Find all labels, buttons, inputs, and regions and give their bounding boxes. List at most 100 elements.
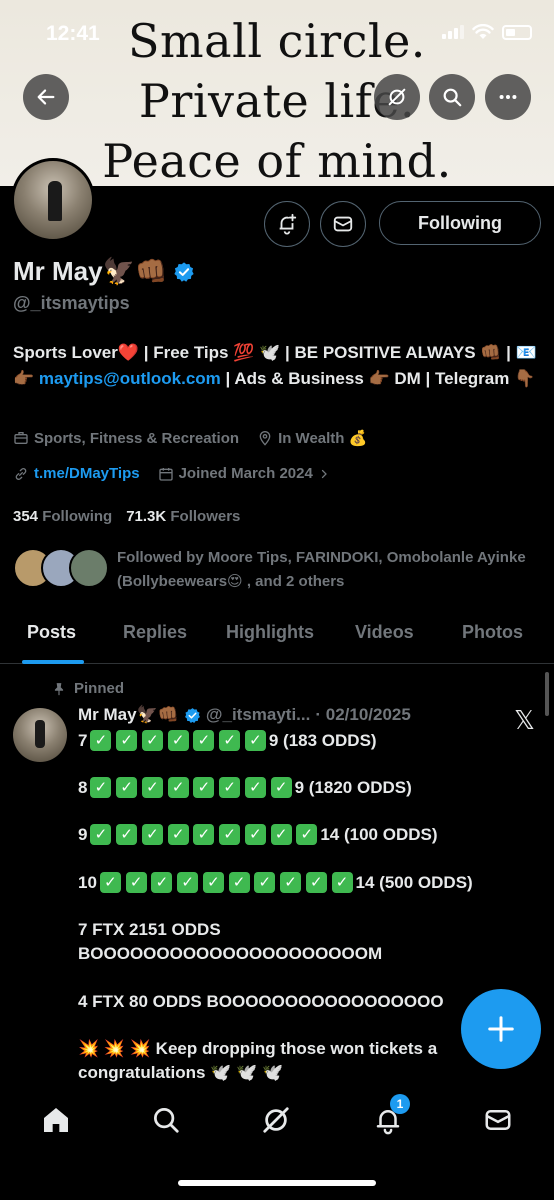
post-author-handle[interactable]: @_itsmayti...	[206, 705, 310, 725]
display-name-text: Mr May🦅👊🏾	[13, 256, 168, 286]
tab-replies[interactable]: Replies	[123, 622, 187, 643]
post-line-9: congratulations 🕊️ 🕊️ 🕊️	[78, 1063, 284, 1082]
x-logo-icon: 𝕏	[514, 706, 535, 736]
arrow-left-icon	[37, 89, 55, 105]
signal-icon	[442, 25, 464, 39]
follower-avatar-3	[69, 548, 109, 588]
website-item[interactable]: t.me/DMayTips	[13, 465, 140, 482]
tab-highlights[interactable]: Highlights	[226, 622, 314, 643]
post-line-1-prefix: 7	[78, 730, 88, 750]
post-line-8: 💥 💥 💥 Keep dropping those won tickets a	[78, 1039, 438, 1058]
post-line-4: 10 ✓ ✓ ✓ ✓ ✓ ✓ ✓ ✓ ✓ ✓ 14 (500 ODDS)	[78, 872, 473, 893]
profile-meta-row-2: t.me/DMayTips Joined March 2024	[13, 465, 330, 482]
grok-icon	[263, 1107, 289, 1133]
following-button[interactable]: Following	[379, 201, 541, 245]
status-icons	[442, 24, 532, 40]
envelope-icon	[333, 216, 353, 232]
compose-post-button[interactable]	[461, 989, 541, 1069]
post-line-1-suffix: 9 (183 ODDS)	[268, 730, 377, 750]
post-line-4-suffix: 14 (500 ODDS)	[355, 872, 473, 892]
profile-handle: @_itsmaytips	[13, 293, 130, 313]
notify-subscribe-button[interactable]	[264, 201, 310, 247]
joined-item[interactable]: Joined March 2024	[158, 465, 330, 482]
profile-tabs: Posts Replies Highlights Videos Photos	[0, 610, 554, 664]
more-options-button[interactable]	[485, 74, 531, 120]
home-indicator[interactable]	[178, 1180, 376, 1186]
pin-icon	[54, 682, 64, 695]
profile-meta-row-1: Sports, Fitness & Recreation In Wealth 💰	[13, 429, 367, 447]
category-item: Sports, Fitness & Recreation	[13, 430, 239, 447]
follow-counts: 354 Following 71.3K Followers	[13, 508, 240, 525]
pinned-text: Pinned	[74, 680, 125, 697]
notifications-badge: 1	[390, 1094, 410, 1114]
search-icon	[154, 1108, 179, 1133]
battery-icon	[502, 24, 532, 40]
post-line-3-suffix: 14 (100 ODDS)	[320, 824, 438, 844]
pinned-label-row: Pinned	[52, 680, 124, 697]
post-line-4-prefix: 10	[78, 872, 97, 892]
post-line-2-prefix: 8	[78, 777, 88, 797]
post-author-name[interactable]: Mr May🦅👊🏾	[78, 705, 179, 725]
tab-photos[interactable]: Photos	[462, 622, 523, 643]
nav-messages[interactable]	[476, 1098, 520, 1142]
nav-search[interactable]	[144, 1098, 188, 1142]
message-button[interactable]	[320, 201, 366, 247]
display-name: Mr May🦅👊🏾	[13, 256, 195, 287]
verified-badge-icon	[184, 707, 200, 723]
followers-label: Followers	[170, 508, 241, 525]
bio-text-part2: | Ads & Business 👉🏾 DM | Telegram 👇🏾	[220, 369, 536, 388]
status-time: 12:41	[46, 22, 100, 45]
check-icons-row: ✓ ✓ ✓ ✓ ✓ ✓ ✓ ✓	[90, 777, 292, 798]
following-label: Following	[42, 508, 113, 525]
briefcase-icon	[14, 432, 28, 444]
grok-button[interactable]	[374, 74, 420, 120]
bio-email-link[interactable]: maytips@outlook.com	[39, 369, 221, 388]
envelope-icon	[485, 1110, 511, 1130]
search-button[interactable]	[429, 74, 475, 120]
nav-home[interactable]	[34, 1098, 78, 1142]
location-item: In Wealth 💰	[257, 429, 367, 447]
back-button[interactable]	[23, 74, 69, 120]
location-text: In Wealth 💰	[278, 430, 368, 447]
joined-text: Joined March 2024	[178, 465, 313, 482]
post-line-6: BOOOOOOOOOOOOOOOOOOOOOM	[78, 944, 383, 963]
following-count: 354	[13, 508, 39, 525]
check-icons-row: ✓ ✓ ✓ ✓ ✓ ✓ ✓ ✓ ✓	[90, 824, 318, 845]
post-line-3-prefix: 9	[78, 824, 88, 844]
profile-avatar[interactable]	[11, 158, 95, 242]
post-line-1: 7 ✓ ✓ ✓ ✓ ✓ ✓ ✓ 9 (183 ODDS)	[78, 730, 377, 751]
post-line-2: 8 ✓ ✓ ✓ ✓ ✓ ✓ ✓ ✓ 9 (1820 ODDS)	[78, 777, 412, 798]
more-horizontal-icon	[499, 94, 517, 100]
home-icon	[44, 1108, 68, 1132]
calendar-icon	[158, 467, 173, 481]
plus-icon	[488, 1016, 514, 1042]
nav-grok[interactable]	[254, 1098, 298, 1142]
wifi-icon	[472, 24, 494, 39]
post-author-avatar[interactable]	[13, 708, 67, 762]
post-date[interactable]: · 02/10/2025	[315, 705, 410, 725]
verified-badge-icon[interactable]	[173, 261, 195, 283]
grok-icon	[388, 88, 406, 106]
check-icons-row: ✓ ✓ ✓ ✓ ✓ ✓ ✓	[90, 730, 266, 751]
tab-videos[interactable]: Videos	[355, 622, 414, 643]
post-line-2-suffix: 9 (1820 ODDS)	[294, 777, 412, 797]
location-pin-icon	[259, 431, 271, 446]
chevron-right-icon	[321, 469, 327, 478]
search-icon	[443, 88, 462, 107]
followers-count-link[interactable]: 71.3K Followers	[126, 508, 240, 525]
post-line-5: 7 FTX 2151 ODDS	[78, 920, 221, 939]
nav-notifications[interactable]: 1	[366, 1094, 410, 1142]
post-header: Mr May🦅👊🏾 @_itsmayti... · 02/10/2025	[78, 705, 411, 725]
profile-bio: Sports Lover❤️ | Free Tips 💯 🕊️ | BE POS…	[13, 340, 543, 392]
following-count-link[interactable]: 354 Following	[13, 508, 112, 525]
followers-count: 71.3K	[126, 508, 167, 525]
link-icon	[15, 467, 27, 480]
website-link[interactable]: t.me/DMayTips	[34, 465, 140, 482]
tab-posts[interactable]: Posts	[27, 622, 76, 643]
category-text: Sports, Fitness & Recreation	[34, 429, 240, 447]
scrollbar[interactable]	[545, 672, 549, 716]
active-tab-indicator	[22, 660, 84, 664]
bell-plus-icon	[279, 213, 297, 235]
post-line-3: 9 ✓ ✓ ✓ ✓ ✓ ✓ ✓ ✓ ✓ 14 (100 ODDS)	[78, 824, 438, 845]
post-line-7: 4 FTX 80 ODDS BOOOOOOOOOOOOOOOOO	[78, 992, 444, 1011]
